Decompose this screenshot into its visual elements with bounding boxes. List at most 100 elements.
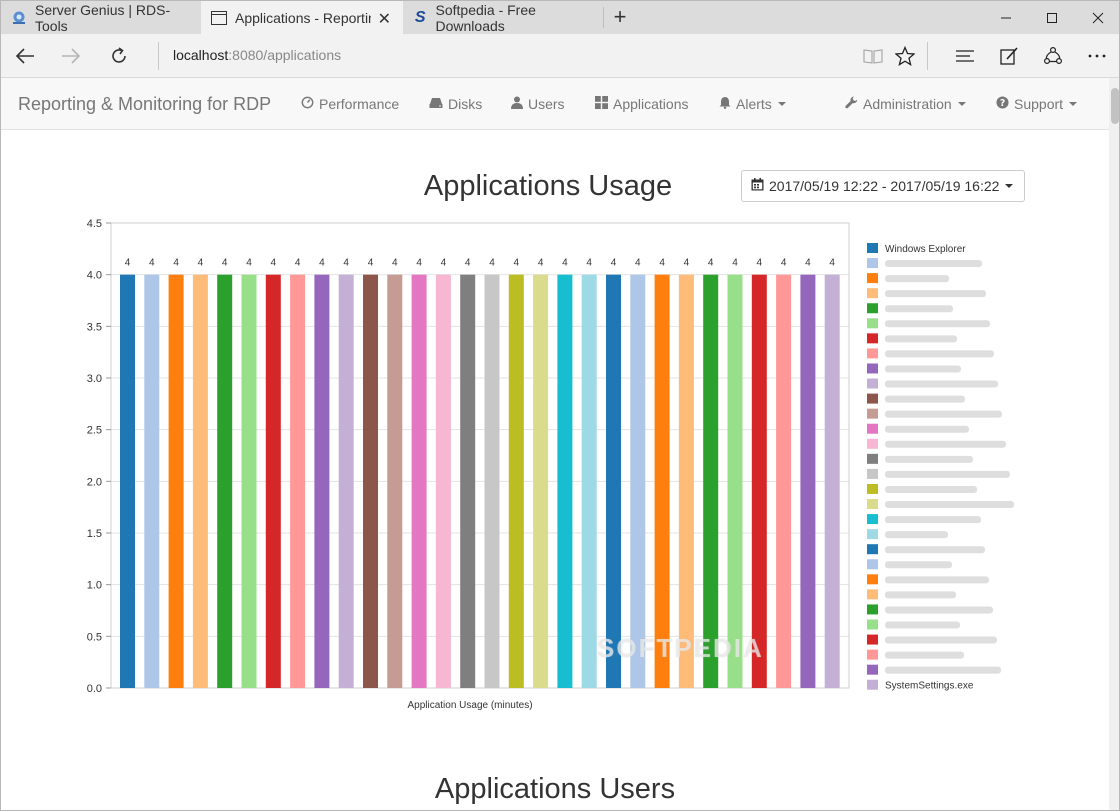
applications-usage-chart: 0.00.51.01.52.02.53.03.54.04.5 444444444… [87,218,1014,711]
applications-users-title: Applications Users [434,773,676,805]
legend-label-blurred [885,666,1001,674]
bar-value-label: 4 [125,258,131,269]
legend-swatch [867,649,878,660]
legend-swatch [867,453,878,464]
bar-value-label: 4 [684,258,690,269]
forward-arrow-icon[interactable] [55,40,87,72]
bar [800,274,816,688]
bar-value-label: 4 [635,258,641,269]
nav-label: Users [528,96,565,112]
legend-swatch [867,423,878,434]
bar-value-label: 4 [271,258,277,269]
bar [387,274,403,688]
th-large-grid-icon [595,96,608,112]
bar [824,274,840,688]
nav-label: Alerts [736,96,772,112]
tab-divider [603,7,604,28]
legend-label: SystemSettings.exe [885,681,974,692]
bar-value-label: 4 [343,258,349,269]
bar [581,274,597,688]
nav-alerts-dropdown[interactable]: Alerts [719,96,786,112]
bar [557,274,573,688]
legend-swatch [867,664,878,675]
legend-swatch [867,544,878,555]
legend-label-blurred [885,440,1006,448]
legend-label-blurred [885,651,964,659]
date-range-value: 2017/05/19 12:22 - 2017/05/19 16:22 [769,178,1000,194]
back-arrow-icon[interactable] [9,40,41,72]
nav-support-dropdown[interactable]: ? Support [996,96,1078,112]
vertical-scrollbar[interactable] [1109,78,1119,810]
bar-value-label: 4 [659,258,665,269]
legend-swatch [867,604,878,615]
legend-label: Windows Explorer [885,244,966,255]
tab-server-genius[interactable]: Server Genius | RDS-Tools [1,1,201,34]
y-tick-label: 2.5 [87,425,102,437]
bar-value-label: 4 [732,258,738,269]
close-window-icon[interactable] [1075,1,1119,34]
scrollbar-thumb[interactable] [1111,88,1119,124]
bar [703,274,719,688]
bar-value-label: 4 [392,258,398,269]
legend-label-blurred [885,576,989,584]
refresh-icon[interactable] [103,40,135,72]
bar [460,274,476,688]
bar-value-label: 4 [416,258,422,269]
bar [217,274,233,688]
bar-value-label: 4 [173,258,179,269]
bar [776,274,792,688]
legend-swatch [867,559,878,570]
nav-users[interactable]: Users [511,96,565,112]
bar [168,274,184,688]
legend-swatch [867,378,878,389]
caret-down-icon [1005,184,1014,188]
legend-label-blurred [885,591,956,599]
url-field[interactable]: localhost:8080/applications [173,47,341,63]
web-note-icon[interactable] [993,40,1025,72]
nav-administration-dropdown[interactable]: Administration [845,96,966,112]
legend-label-blurred [885,290,986,298]
tab-softpedia[interactable]: S Softpedia - Free Downloads [403,1,603,34]
svg-text:?: ? [1000,98,1005,109]
bar [435,274,451,688]
bar-value-label: 4 [805,258,811,269]
bar-value-label: 4 [514,258,520,269]
y-tick-label: 4.5 [87,218,102,230]
more-options-icon[interactable] [1081,40,1113,72]
nav-disks[interactable]: Disks [429,96,482,112]
x-axis-label: Application Usage (minutes) [407,700,532,711]
close-tab-icon[interactable]: ✕ [378,9,391,29]
share-icon[interactable] [1037,40,1069,72]
legend-label-blurred [885,275,949,283]
legend-swatch [867,303,878,314]
new-tab-icon[interactable]: + [607,4,633,30]
legend-swatch [867,258,878,269]
hub-icon[interactable] [949,40,981,72]
bar [630,274,646,688]
maximize-icon[interactable] [1029,1,1075,34]
bar [265,274,281,688]
reading-view-icon[interactable] [857,40,889,72]
bar [290,274,306,688]
nav-label: Support [1014,96,1064,112]
tab-applications-reporting[interactable]: Applications - Reporting ✕ [201,1,403,34]
bar-value-label: 4 [781,258,787,269]
brand-title[interactable]: Reporting & Monitoring for RDP [18,94,271,115]
y-tick-label: 0.0 [87,683,102,695]
favorite-star-icon[interactable] [889,40,921,72]
nav-performance[interactable]: Performance [301,96,399,112]
legend-label-blurred [885,335,957,343]
legend-label-blurred [885,260,982,268]
bar-value-label: 4 [198,258,204,269]
bar [533,274,549,688]
nav-applications[interactable]: Applications [595,96,689,112]
bar [338,274,354,688]
minimize-icon[interactable] [983,1,1029,34]
bar-value-label: 4 [246,258,252,269]
legend-swatch [867,348,878,359]
dashboard-gauge-icon [301,96,314,112]
softpedia-watermark: SOFTPEDIA [597,633,764,663]
date-range-picker[interactable]: 2017/05/19 12:22 - 2017/05/19 16:22 [741,170,1025,202]
url-host: localhost [173,47,229,63]
legend-label-blurred [885,561,952,569]
